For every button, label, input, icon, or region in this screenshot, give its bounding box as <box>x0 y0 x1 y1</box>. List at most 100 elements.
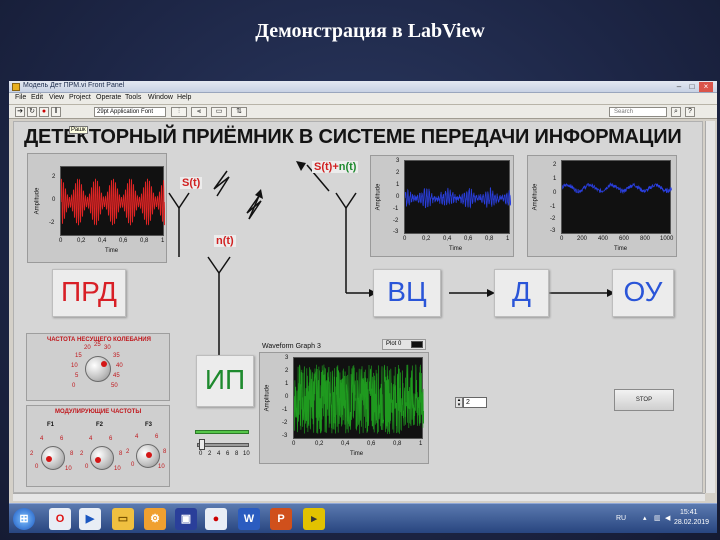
f3-knob-indicator <box>146 452 152 458</box>
start-icon[interactable]: ⊞ <box>13 508 35 530</box>
folder-icon[interactable]: ▭ <box>112 508 134 530</box>
g4-xtick: 0,2 <box>315 441 324 447</box>
g3-ytick: -1 <box>550 204 556 210</box>
f2-tick: 0 <box>85 464 89 470</box>
g2-xlabel: Time <box>449 246 463 252</box>
carrier-knob-panel: ЧАСТОТА НЕСУЩЕГО КОЛЕБАНИЯ 0 5 10 15 20 … <box>26 333 170 401</box>
graph-received-plot[interactable] <box>404 160 512 234</box>
g2-xtick: 0,8 <box>485 236 494 242</box>
g1-ytick: -2 <box>49 220 55 226</box>
g2-xtick: 0,6 <box>464 236 473 242</box>
g1-xtick: 0,4 <box>98 238 107 244</box>
rx-antenna-right <box>345 192 357 209</box>
paint-icon[interactable]: ● <box>205 508 227 530</box>
g4-ytick: 2 <box>285 368 289 374</box>
f2-tick: 4 <box>89 436 93 442</box>
prd-antenna-left <box>168 192 180 209</box>
save-disk-icon[interactable]: ▣ <box>175 508 197 530</box>
numeric-control[interactable]: 2 <box>463 397 487 408</box>
rx-antenna-left <box>335 192 347 209</box>
graph-modulated-plot[interactable] <box>60 166 166 236</box>
g3-xtick: 800 <box>640 236 651 242</box>
block-detector: Д <box>494 269 549 317</box>
opera-icon[interactable]: O <box>49 508 71 530</box>
clock-date[interactable]: 28.02.2019 <box>674 519 709 526</box>
f3-tick: 6 <box>155 434 159 440</box>
f3-tick: 8 <box>163 449 167 455</box>
g2-ytick: -3 <box>393 229 399 235</box>
prd-antenna-right <box>178 192 190 209</box>
noise-slider-label-bar <box>195 430 249 434</box>
g3-xlabel: Time <box>614 246 628 252</box>
g3-ytick: -2 <box>550 216 556 222</box>
carrier-tick: 35 <box>113 353 120 359</box>
g1-xtick: 0 <box>59 238 63 244</box>
carrier-tick: 30 <box>104 345 111 351</box>
signal-label-n: n(t) <box>214 235 236 247</box>
knob-f3-label: F3 <box>145 422 153 428</box>
f3-knob[interactable] <box>136 444 160 468</box>
g4-ytick: 0 <box>285 394 289 400</box>
sum-n: n(t) <box>338 161 357 173</box>
slide-title: Демонстрация в LabView <box>255 20 485 42</box>
f1-tick: 0 <box>35 464 39 470</box>
f3-tick: 4 <box>135 434 139 440</box>
g3-xtick: 400 <box>598 236 609 242</box>
volume-icon[interactable]: ◀ <box>665 514 670 522</box>
f2-tick: 2 <box>80 451 84 457</box>
clock-time[interactable]: 15:41 <box>680 509 698 516</box>
graph-noise-plot[interactable] <box>293 357 425 439</box>
language-indicator[interactable]: RU <box>616 515 626 522</box>
g4-xtick: 0,6 <box>367 441 376 447</box>
carrier-tick: 50 <box>111 383 118 389</box>
g1-xtick: 0,6 <box>119 238 128 244</box>
graph-detected-plot[interactable] <box>561 160 673 234</box>
labview-taskbar-icon[interactable]: ▸ <box>303 508 325 530</box>
graph-modulated-trace <box>60 178 166 226</box>
block-output-device: ОУ <box>612 269 674 317</box>
graph-received: 3 2 1 0 -1 -2 -3 Amplitude 0 0,2 0,4 0,6… <box>370 155 514 257</box>
windows-taskbar: ⊞ O ▶ ▭ ⚙ ▣ ● W P ▸ RU ▴ ▥ ◀ 15:41 28.02… <box>9 503 717 533</box>
g1-ytick: 0 <box>52 197 56 203</box>
settings-icon[interactable]: ⚙ <box>144 508 166 530</box>
f2-knob[interactable] <box>90 446 114 470</box>
f3-tick: 2 <box>126 449 130 455</box>
numeric-increment-icon[interactable]: ▴ ▾ <box>455 397 463 408</box>
g3-ytick: 0 <box>553 190 557 196</box>
graph-detected-trace <box>561 182 673 195</box>
carrier-tick: 45 <box>113 373 120 379</box>
tray-arrow-icon[interactable]: ▴ <box>643 514 647 522</box>
noise-tick: 8 <box>235 451 239 457</box>
f1-tick: 6 <box>60 436 64 442</box>
word-icon[interactable]: W <box>238 508 260 530</box>
g4-xtick: 0,8 <box>393 441 402 447</box>
g4-ytick: 1 <box>285 381 289 387</box>
mod-knobs-title: МОДУЛИРУЮЩИЕ ЧАСТОТЫ <box>55 409 142 415</box>
network-icon[interactable]: ▥ <box>654 514 661 522</box>
noise-slider-thumb[interactable] <box>199 439 205 450</box>
g3-ytick: -3 <box>550 228 556 234</box>
g3-xtick: 200 <box>577 236 588 242</box>
mod-knobs-panel: МОДУЛИРУЮЩИЕ ЧАСТОТЫ F1 0 2 4 6 8 10 F2 … <box>26 405 170 487</box>
carrier-knob-indicator <box>101 361 107 367</box>
sum-s: S(t) <box>314 161 333 173</box>
f1-tick: 2 <box>30 451 34 457</box>
f1-tick: 8 <box>70 451 74 457</box>
g4-xtick: 1 <box>419 441 423 447</box>
noise-tick: 0 <box>199 451 203 457</box>
media-player-icon[interactable]: ▶ <box>79 508 101 530</box>
g4-xlabel: Time <box>350 451 364 457</box>
powerpoint-icon[interactable]: P <box>270 508 292 530</box>
g4-ytick: 3 <box>285 355 289 361</box>
g4-ylabel: Amplitude <box>264 384 271 412</box>
f1-knob[interactable] <box>41 446 65 470</box>
g1-xtick: 0,2 <box>77 238 86 244</box>
carrier-frequency-knob[interactable] <box>85 356 111 382</box>
g3-xtick: 600 <box>619 236 630 242</box>
labview-window: Модель Дет ПРМ.vi Front Panel – □ × File… <box>9 81 717 533</box>
g2-ytick: 2 <box>396 170 400 176</box>
rx-arrow-head <box>296 161 306 171</box>
g2-xtick: 1 <box>506 236 510 242</box>
f3-tick: 0 <box>131 462 135 468</box>
stop-button[interactable]: STOP <box>614 389 674 411</box>
